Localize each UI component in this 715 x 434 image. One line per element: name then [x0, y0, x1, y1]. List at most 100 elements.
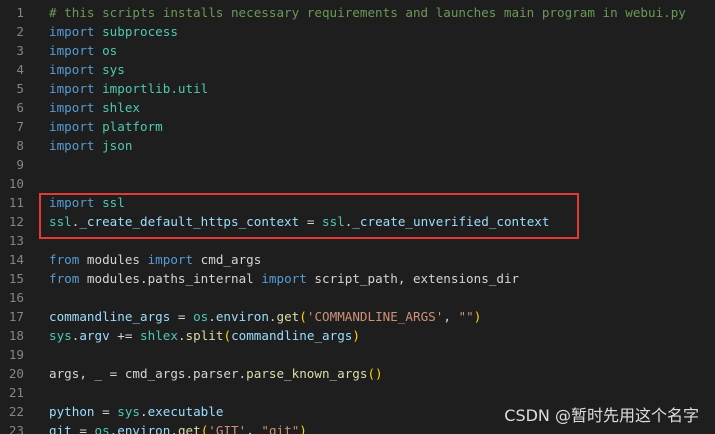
line-number: 23	[8, 423, 24, 434]
code-text: import sys	[49, 60, 125, 79]
code-token: =	[170, 309, 194, 324]
code-token: get	[276, 309, 300, 324]
code-token: )	[299, 423, 307, 434]
code-token: script_path, extensions_dir	[306, 271, 520, 286]
code-text: sys.argv += shlex.split(commandline_args…	[49, 326, 360, 345]
code-text: from modules import cmd_args	[49, 250, 261, 269]
line-number: 10	[8, 176, 24, 191]
line-number: 1	[16, 5, 24, 20]
code-token: environ	[215, 309, 269, 324]
code-text: commandline_args = os.environ.get('COMMA…	[49, 307, 481, 326]
code-text: from modules.paths_internal import scrip…	[49, 269, 519, 288]
line-number: 13	[8, 233, 24, 248]
code-token: python	[49, 404, 95, 419]
line-number: 20	[8, 366, 24, 381]
code-token: from	[49, 252, 80, 267]
code-token: cmd_args	[193, 252, 262, 267]
code-editor[interactable]: 1 # this scripts installs necessary requi…	[0, 0, 715, 434]
code-token: ,	[246, 423, 262, 434]
code-token: subprocess	[102, 24, 178, 39]
code-text: git = os.environ.get('GIT', "git")	[49, 421, 307, 434]
code-token: (	[223, 328, 232, 343]
code-token: importlib.util	[102, 81, 209, 96]
line-number: 19	[8, 347, 24, 362]
line-number: 3	[16, 43, 24, 58]
line-number: 16	[8, 290, 24, 305]
code-token: import	[49, 24, 95, 39]
code-token: argv	[79, 328, 110, 343]
code-token: import	[49, 43, 95, 58]
code-token: commandline_args	[231, 328, 353, 343]
code-token: )	[352, 328, 360, 343]
code-token: json	[102, 138, 133, 153]
code-token: .	[140, 404, 148, 419]
code-token: args, _ = cmd_args.parser.	[49, 366, 247, 381]
code-token: 'GIT'	[208, 423, 247, 434]
code-token: platform	[102, 119, 163, 134]
code-text: import os	[49, 41, 117, 60]
code-token: import	[261, 271, 307, 286]
code-token: 'COMMANDLINE_ARGS'	[306, 309, 444, 324]
code-text: import importlib.util	[49, 79, 208, 98]
code-text: import json	[49, 136, 132, 155]
line-number: 12	[8, 214, 24, 229]
code-token: =	[71, 423, 95, 434]
code-token: os	[193, 309, 209, 324]
code-token: import	[147, 252, 194, 267]
line-number: 22	[8, 404, 24, 419]
code-token: .	[170, 423, 178, 434]
watermark: CSDN @暂时先用这个名字	[504, 406, 699, 425]
code-text: args, _ = cmd_args.parser.parse_known_ar…	[49, 364, 383, 383]
code-token: sys	[49, 328, 72, 343]
code-token: (	[299, 309, 307, 324]
code-token: import	[49, 62, 95, 77]
line-number: 9	[16, 157, 24, 172]
code-token: split	[185, 328, 224, 343]
code-token: # this scripts installs necessary requir…	[49, 5, 686, 20]
code-token: sys	[102, 62, 125, 77]
code-text: # this scripts installs necessary requir…	[49, 3, 686, 22]
code-text: python = sys.executable	[49, 402, 223, 421]
code-token: environ	[117, 423, 171, 434]
line-number: 17	[8, 309, 24, 324]
line-number: 2	[16, 24, 24, 39]
code-token: sys	[117, 404, 140, 419]
line-number: 14	[8, 252, 24, 267]
code-token: import	[49, 138, 95, 153]
code-text: import subprocess	[49, 22, 178, 41]
line-number: 8	[16, 138, 24, 153]
code-token: .	[268, 309, 277, 324]
code-token: from	[49, 271, 80, 286]
line-number: 21	[8, 385, 24, 400]
code-token: modules.paths_internal	[79, 271, 262, 286]
code-text: import platform	[49, 117, 163, 136]
line-number: 15	[8, 271, 24, 286]
code-token: import	[49, 119, 95, 134]
code-token: get	[177, 423, 201, 434]
code-token: commandline_args	[49, 309, 171, 324]
code-token: ""	[458, 309, 474, 324]
code-token: shlex	[140, 328, 178, 343]
code-token: =	[94, 404, 118, 419]
code-token: +=	[109, 328, 141, 343]
code-token: os	[94, 423, 110, 434]
line-number: 11	[8, 195, 24, 210]
code-token: "git"	[261, 423, 300, 434]
code-token: ,	[443, 309, 459, 324]
line-number: 6	[16, 100, 24, 115]
code-token: git	[49, 423, 72, 434]
code-token: ()	[367, 366, 383, 381]
code-text: import shlex	[49, 98, 140, 117]
code-token: )	[473, 309, 482, 324]
code-token: parse_known_args	[246, 366, 368, 381]
code-token: .	[177, 328, 186, 343]
code-token: import	[49, 100, 95, 115]
code-token: modules	[79, 252, 148, 267]
code-token: import	[49, 81, 95, 96]
